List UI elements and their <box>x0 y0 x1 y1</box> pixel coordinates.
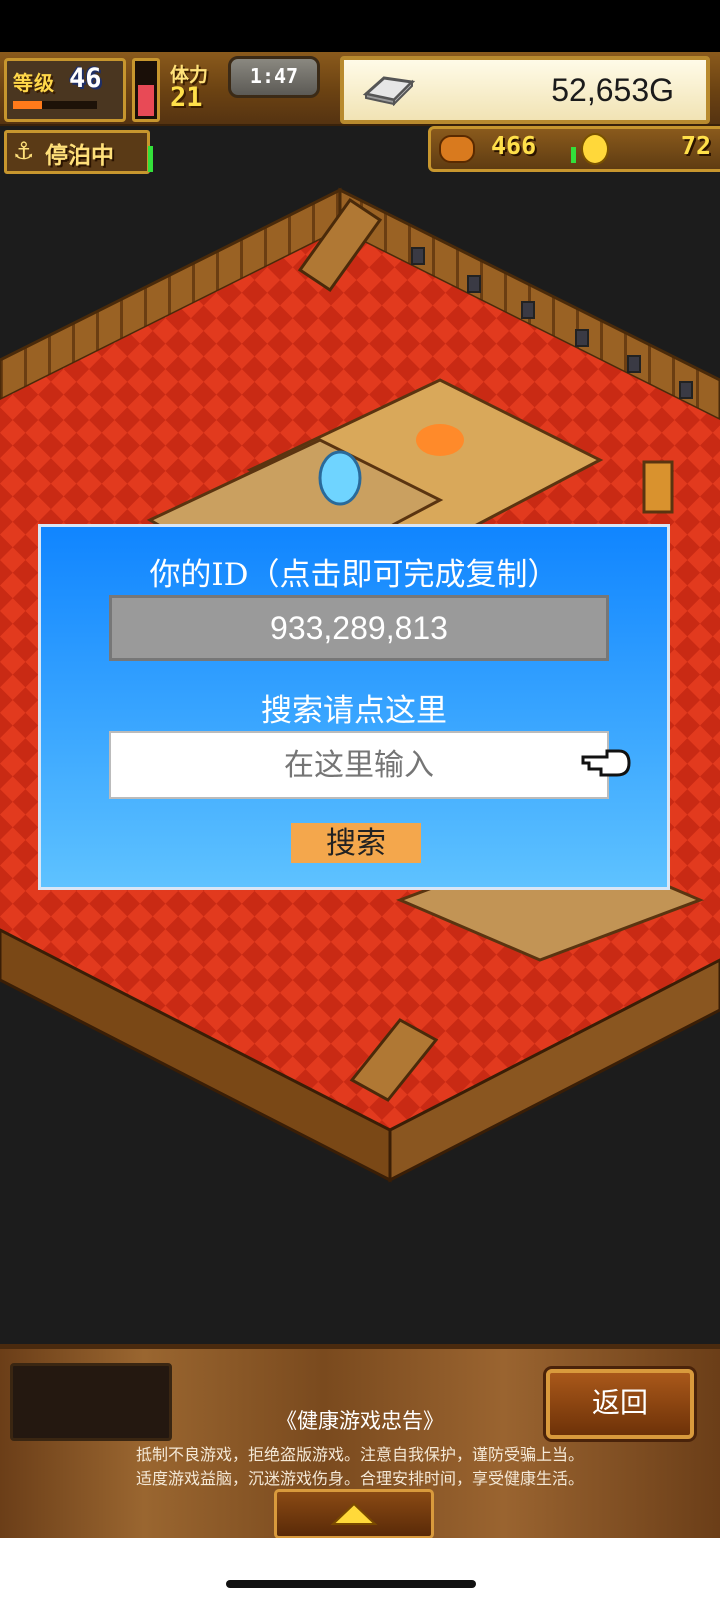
bread-count: 466 <box>491 131 537 160</box>
status-bar <box>0 0 720 52</box>
health-notice-line-1: 抵制不良游戏，拒绝盗版游戏。注意自我保护，谨防受骗上当。 <box>135 1445 584 1464</box>
level-box: 等级 46 <box>4 58 126 122</box>
bottom-safe-area <box>0 1538 720 1600</box>
stamina-timer: 1:47 <box>228 56 320 98</box>
medal-icon <box>581 133 609 165</box>
bottom-panel: 返回 《健康游戏忠告》 抵制不良游戏，拒绝盗版游戏。注意自我保护，谨防受骗上当。… <box>0 1344 720 1543</box>
search-input[interactable] <box>109 731 609 799</box>
pointer-hand-icon <box>581 749 631 777</box>
user-id-box[interactable]: 933,289,813 <box>109 595 609 661</box>
stamina-fill <box>138 84 154 116</box>
stamina-value: 21 <box>170 82 203 113</box>
home-indicator[interactable] <box>226 1580 476 1588</box>
anchor-icon: ⚓ <box>13 137 35 165</box>
health-notice-title: 《健康游戏忠告》 <box>276 1409 444 1433</box>
bread-icon <box>439 135 475 163</box>
dialog-title[interactable]: 你的ID（点击即可完成复制） <box>41 549 667 594</box>
up-arrow-icon <box>330 1502 378 1525</box>
level-value: 46 <box>69 63 102 94</box>
dock-status-text: 停泊中 <box>45 143 114 169</box>
gold-panel[interactable]: 52,653G <box>340 56 710 124</box>
exp-bar <box>13 101 97 109</box>
search-hint: 搜索请点这里 <box>261 693 447 729</box>
medal-count: 72 <box>680 131 711 160</box>
gold-value: 52,653G <box>551 72 674 108</box>
resource-bar: 466 72 <box>428 126 720 172</box>
exp-fill <box>13 101 43 109</box>
signal-indicator <box>148 146 153 172</box>
id-dialog: 你的ID（点击即可完成复制） 933,289,813 搜索请点这里 搜索 <box>38 524 670 890</box>
search-button[interactable]: 搜索 <box>291 823 421 863</box>
expand-menu-button[interactable] <box>274 1489 434 1539</box>
health-notice-line-2: 适度游戏益脑，沉迷游戏伤身。合理安排时间，享受健康生活。 <box>135 1469 584 1488</box>
resource-indicator <box>571 147 576 163</box>
stamina-gauge <box>132 58 160 122</box>
dock-status: ⚓ 停泊中 <box>4 130 150 174</box>
silver-bar-icon <box>362 76 416 106</box>
level-label: 等级 <box>13 71 55 95</box>
